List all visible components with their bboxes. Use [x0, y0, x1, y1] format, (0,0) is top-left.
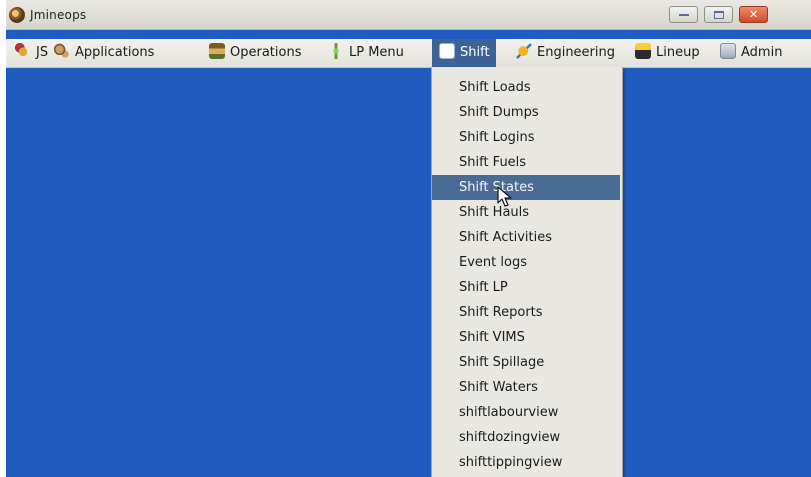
applications-icon	[54, 43, 70, 59]
operations-icon	[209, 43, 225, 59]
menu-item[interactable]: Shift Loads	[432, 75, 620, 100]
engineering-icon	[516, 43, 532, 59]
menu-item[interactable]: Event logs	[432, 250, 620, 275]
app-logo-icon	[9, 7, 25, 23]
menu-js-label: JS	[36, 45, 49, 60]
minimize-button[interactable]	[669, 6, 698, 23]
maximize-button[interactable]	[704, 6, 733, 23]
lp-menu-icon	[328, 43, 344, 59]
menu-lineup[interactable]: Lineup	[635, 39, 700, 67]
menu-item[interactable]: Shift Hauls	[432, 200, 620, 225]
menu-shift-label: Shift	[460, 45, 490, 60]
application-window: Jmineops ✕ JS Applications Operations LP…	[6, 0, 811, 477]
menu-js[interactable]: JS	[15, 39, 48, 67]
menu-lineup-label: Lineup	[656, 45, 700, 60]
menu-shift[interactable]: Shift	[432, 39, 496, 67]
menu-item[interactable]: Shift Activities	[432, 225, 620, 250]
shift-icon	[439, 43, 455, 59]
menu-bar: JS Applications Operations LP Menu Shift…	[6, 39, 811, 68]
menu-item[interactable]: Shift Fuels	[432, 150, 620, 175]
menu-operations-label: Operations	[230, 45, 302, 60]
shift-dropdown-menu: Shift Loads Shift Dumps Shift Logins Shi…	[431, 67, 623, 477]
menu-item[interactable]: Shift Reports	[432, 300, 620, 325]
menu-item[interactable]: Shift Waters	[432, 375, 620, 400]
menu-item[interactable]: shifttippingview	[432, 450, 620, 475]
menu-item[interactable]: shiftlabourview	[432, 400, 620, 425]
menu-admin[interactable]: Admin	[720, 39, 782, 67]
maximize-icon	[714, 11, 724, 19]
menu-lp-menu-label: LP Menu	[349, 45, 404, 60]
menu-applications[interactable]: Applications	[54, 39, 154, 67]
mouse-cursor-icon	[497, 186, 512, 207]
title-bar[interactable]: Jmineops ✕	[6, 0, 811, 30]
menu-item[interactable]: Shift Logins	[432, 125, 620, 150]
menu-lp-menu[interactable]: LP Menu	[328, 39, 404, 67]
menu-admin-label: Admin	[741, 45, 783, 60]
menu-engineering[interactable]: Engineering	[516, 39, 615, 67]
menu-item[interactable]: shiftdozingview	[432, 425, 620, 450]
menu-applications-label: Applications	[75, 45, 155, 60]
admin-icon	[720, 43, 736, 59]
window-title: Jmineops	[30, 8, 87, 22]
close-button[interactable]: ✕	[739, 6, 768, 23]
menu-item-highlighted[interactable]: Shift States	[432, 175, 620, 200]
close-icon: ✕	[749, 8, 759, 21]
lineup-icon	[635, 43, 651, 59]
js-icon	[15, 43, 31, 59]
menu-operations[interactable]: Operations	[209, 39, 301, 67]
menu-item[interactable]: Shift VIMS	[432, 325, 620, 350]
menu-item[interactable]: Shift LP	[432, 275, 620, 300]
minimize-icon	[679, 11, 689, 16]
menu-item[interactable]: Shift Spillage	[432, 350, 620, 375]
menu-engineering-label: Engineering	[537, 45, 615, 60]
menu-item[interactable]: Shift Dumps	[432, 100, 620, 125]
